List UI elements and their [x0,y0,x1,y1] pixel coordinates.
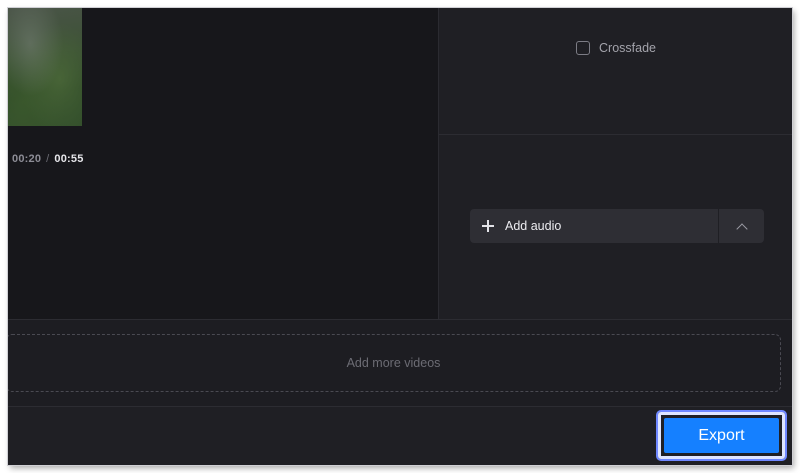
add-more-videos-label: Add more videos [346,356,441,370]
timeline-strip: Add more videos [8,319,792,407]
crossfade-label: Crossfade [599,41,656,55]
video-preview: 00:20 / 00:55 [8,8,438,319]
current-time: 00:20 [12,153,42,165]
settings-panel: Crossfade Add audio [438,8,792,319]
plus-icon [482,220,494,232]
add-audio-button[interactable]: Add audio [470,209,719,243]
audio-expand-button[interactable] [719,209,764,243]
video-editor-window: 00:20 / 00:55 Crossfade Add audio Add more… [8,8,792,465]
export-highlight-frame: Export [658,412,785,459]
crossfade-option[interactable]: Crossfade [576,41,656,55]
video-thumbnail[interactable] [8,8,82,126]
add-audio-label: Add audio [505,219,562,233]
crossfade-checkbox[interactable] [576,41,590,55]
add-more-videos-dropzone[interactable]: Add more videos [8,334,781,392]
playback-timecode: 00:20 / 00:55 [12,153,84,165]
total-time: 00:55 [54,153,84,165]
audio-control-group: Add audio [470,209,764,243]
crossfade-section: Crossfade [439,8,792,135]
time-separator: / [46,153,50,165]
export-button[interactable]: Export [664,418,779,453]
footer-bar: Export [8,407,792,465]
chevron-up-icon [735,222,748,235]
